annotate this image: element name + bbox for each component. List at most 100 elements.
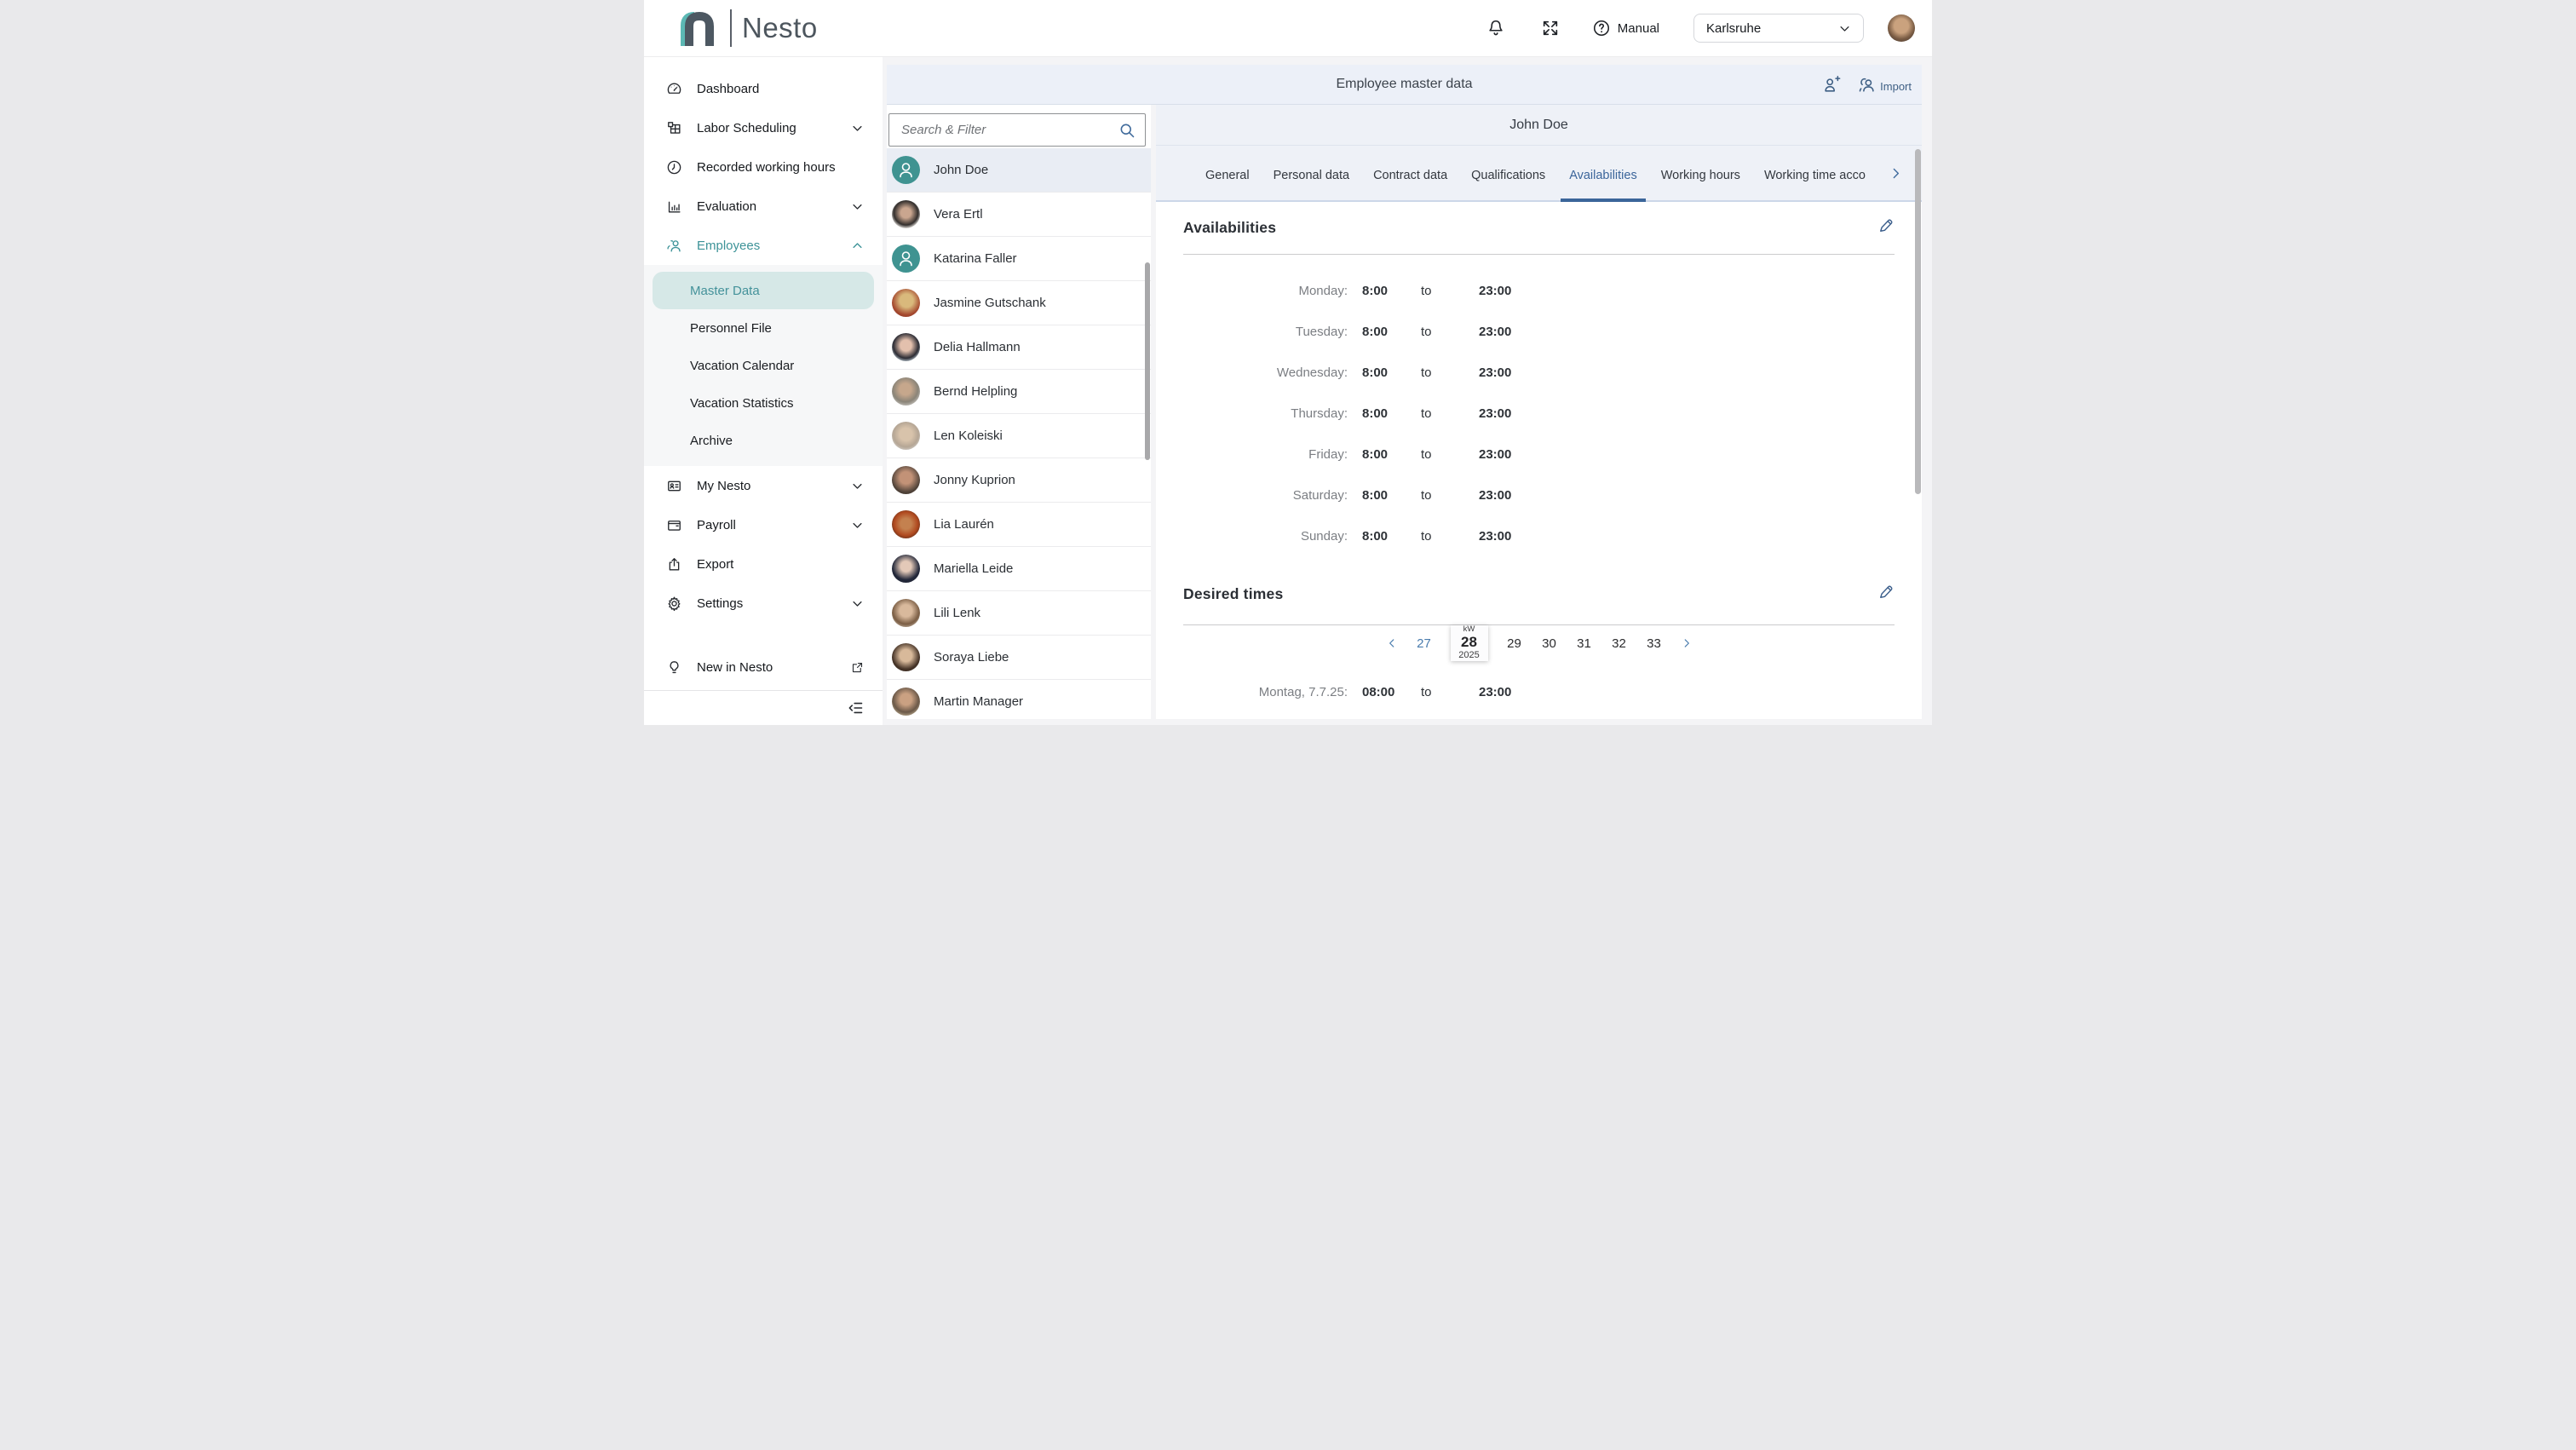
to-word: to (1421, 325, 1479, 339)
employee-row[interactable]: Jonny Kuprion (887, 458, 1151, 503)
main-content: Employee master data Import (883, 56, 1932, 725)
sidebar-item-export[interactable]: Export (644, 544, 883, 584)
sidebar-item-evaluation[interactable]: Evaluation (644, 187, 883, 226)
employee-name: Delia Hallmann (934, 340, 1021, 354)
top-header: Nesto (644, 0, 1932, 56)
manual-help-link[interactable]: Manual (1592, 19, 1659, 37)
location-select[interactable]: Karlsruhe (1693, 14, 1864, 43)
topbar-controls: Manual Karlsruhe (1486, 14, 1915, 43)
week-33[interactable]: 33 (1646, 636, 1663, 651)
notifications-bell-icon[interactable] (1486, 19, 1505, 37)
tab-contract-data[interactable]: Contract data (1365, 146, 1456, 200)
week-30[interactable]: 30 (1541, 636, 1558, 651)
chevron-down-icon (851, 122, 864, 135)
week-28-selected[interactable]: kW 28 2025 (1451, 625, 1488, 661)
employee-row[interactable]: Lili Lenk (887, 591, 1151, 636)
employee-row[interactable]: Martin Manager (887, 680, 1151, 719)
tab-general[interactable]: General (1197, 146, 1258, 200)
employee-row[interactable]: John Doe (887, 148, 1151, 193)
sidebar-item-label: My Nesto (697, 479, 750, 493)
employee-name: Jonny Kuprion (934, 473, 1015, 487)
employee-list-scrollbar[interactable] (1145, 262, 1150, 460)
search-input[interactable] (888, 113, 1146, 147)
schedule-grid-icon (666, 120, 682, 136)
to-word: to (1421, 447, 1479, 462)
chevron-down-icon (851, 200, 864, 213)
sidebar-item-payroll[interactable]: Payroll (644, 505, 883, 544)
id-card-icon (666, 478, 682, 494)
employee-row[interactable]: Lia Laurén (887, 503, 1151, 547)
sidebar-item-recorded-working-hours[interactable]: Recorded working hours (644, 147, 883, 187)
employee-row[interactable]: Delia Hallmann (887, 325, 1151, 370)
sidebar-item-label: Settings (697, 596, 743, 611)
nesto-logo: Nesto (676, 6, 818, 50)
tab-qualifications[interactable]: Qualifications (1463, 146, 1554, 200)
tabs-overflow-chevron-right-icon[interactable] (1889, 146, 1903, 200)
tab-working-time-account[interactable]: Working time acco (1756, 146, 1872, 200)
sidebar-spacer (644, 623, 883, 647)
detail-card: Availabilities Monday: 8:00 to 23:00 (1156, 202, 1922, 719)
sidebar-item-new-in-nesto[interactable]: New in Nesto (644, 647, 883, 687)
tab-working-hours[interactable]: Working hours (1653, 146, 1749, 200)
sidebar-item-label: Dashboard (697, 82, 759, 96)
add-employee-button[interactable] (1822, 75, 1841, 94)
sidebar-subitem-vacation-calendar[interactable]: Vacation Calendar (644, 347, 883, 384)
employee-name: Len Koleiski (934, 429, 1003, 443)
sidebar-subitem-label: Vacation Calendar (690, 359, 794, 373)
sidebar-subitem-personnel-file[interactable]: Personnel File (644, 309, 883, 347)
edit-availabilities-pencil-icon[interactable] (1877, 217, 1895, 234)
export-icon (666, 556, 682, 573)
previous-week-chevron-left-icon[interactable] (1386, 637, 1398, 649)
employee-row[interactable]: Mariella Leide (887, 547, 1151, 591)
sidebar-item-label: Payroll (697, 518, 736, 532)
from-time: 8:00 (1362, 488, 1421, 503)
detail-panel-scrollbar[interactable] (1915, 149, 1921, 494)
collapse-sidebar-icon[interactable] (847, 699, 864, 716)
sidebar-item-employees[interactable]: Employees (644, 226, 883, 265)
external-link-icon (851, 661, 864, 674)
tab-availabilities[interactable]: Availabilities (1561, 146, 1646, 200)
to-word: to (1421, 488, 1479, 503)
sidebar-subitem-archive[interactable]: Archive (644, 422, 883, 459)
sidebar-subitem-label: Vacation Statistics (690, 396, 793, 411)
location-selected-value: Karlsruhe (1706, 21, 1761, 36)
fullscreen-icon[interactable] (1541, 19, 1560, 37)
user-avatar[interactable] (1888, 14, 1915, 42)
employee-row[interactable]: Len Koleiski (887, 414, 1151, 458)
employee-name: Katarina Faller (934, 251, 1017, 266)
next-week-chevron-right-icon[interactable] (1681, 637, 1693, 649)
employee-list-panel: John Doe Vera Ertl Katarina Faller (887, 105, 1151, 719)
import-employees-button[interactable]: Import (1858, 75, 1912, 94)
wallet-icon (666, 517, 682, 533)
sidebar-item-my-nesto[interactable]: My Nesto (644, 466, 883, 505)
day-label: Friday: (1183, 447, 1348, 462)
week-31[interactable]: 31 (1576, 636, 1593, 651)
employee-row[interactable]: Bernd Helpling (887, 370, 1151, 414)
sidebar-item-label: Labor Scheduling (697, 121, 796, 135)
week-32[interactable]: 32 (1611, 636, 1628, 651)
to-word: to (1421, 365, 1479, 380)
logo-divider (730, 9, 732, 47)
from-time: 8:00 (1362, 365, 1421, 380)
sidebar-subitem-vacation-statistics[interactable]: Vacation Statistics (644, 384, 883, 422)
week-27[interactable]: 27 (1416, 636, 1433, 651)
employee-row[interactable]: Jasmine Gutschank (887, 281, 1151, 325)
search-icon[interactable] (1118, 122, 1136, 139)
availability-row: Wednesday: 8:00 to 23:00 (1183, 352, 1895, 393)
from-time: 8:00 (1362, 325, 1421, 339)
employee-row[interactable]: Vera Ertl (887, 193, 1151, 237)
availabilities-rows: Monday: 8:00 to 23:00 Tuesday: 8:00 to 2… (1183, 270, 1895, 556)
sidebar-item-labor-scheduling[interactable]: Labor Scheduling (644, 108, 883, 147)
employee-row[interactable]: Soraya Liebe (887, 636, 1151, 680)
edit-desired-times-pencil-icon[interactable] (1877, 584, 1895, 601)
sidebar-item-label: Recorded working hours (697, 160, 836, 175)
sidebar-item-dashboard[interactable]: Dashboard (644, 69, 883, 108)
tab-personal-data[interactable]: Personal data (1265, 146, 1358, 200)
employee-row[interactable]: Katarina Faller (887, 237, 1151, 281)
week-29[interactable]: 29 (1506, 636, 1523, 651)
availability-row: Monday: 8:00 to 23:00 (1183, 270, 1895, 311)
import-label: Import (1880, 80, 1912, 94)
kw-label: kW (1463, 625, 1475, 634)
sidebar-item-settings[interactable]: Settings (644, 584, 883, 623)
sidebar-subitem-master-data[interactable]: Master Data (653, 272, 874, 309)
